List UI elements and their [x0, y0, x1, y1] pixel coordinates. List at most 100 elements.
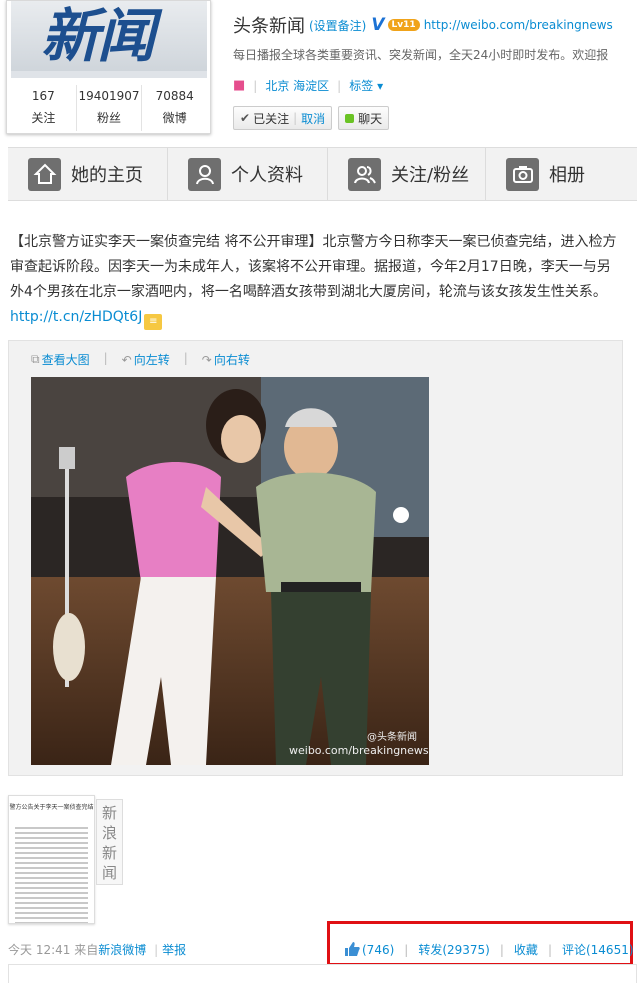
tags-dropdown[interactable]: 标签 ▾ — [349, 77, 383, 94]
followed-button[interactable]: ✔ 已关注 | 取消 — [233, 106, 333, 130]
tab-profile-label: 个人资料 — [231, 165, 303, 186]
watermark-url: weibo.com/breakingnews — [289, 744, 429, 757]
thumbnail-line — [15, 867, 88, 869]
thumbnail-line — [15, 847, 88, 849]
like-button[interactable]: (746) — [345, 942, 394, 957]
thumbnail-line — [15, 902, 88, 904]
from-label: 来自 — [74, 943, 99, 957]
profile-url-link[interactable]: http://weibo.com/breakingnews — [424, 18, 613, 32]
profile-stats: 167 关注 19401907 粉丝 70884 微博 — [11, 85, 207, 131]
location-link[interactable]: 北京 海淀区 — [265, 77, 329, 94]
chevron-down-icon: ▾ — [377, 79, 384, 93]
thumbnail-line — [15, 877, 88, 879]
divider: | — [337, 78, 342, 93]
stat-following[interactable]: 167 关注 — [11, 85, 77, 131]
stat-posts[interactable]: 70884 微博 — [142, 85, 207, 131]
stat-followers[interactable]: 19401907 粉丝 — [77, 85, 143, 131]
rotate-right-button[interactable]: ↷ 向右转 — [202, 351, 250, 368]
divider: | — [154, 943, 159, 957]
divider: | — [253, 78, 258, 93]
thumbnail-title: 警方公告关于李天一案侦查完结 — [9, 804, 94, 811]
fans-icon — [348, 157, 381, 191]
divider: | — [547, 942, 552, 957]
post-time[interactable]: 今天 12:41 — [8, 943, 70, 957]
profile-card: 新闻 167 关注 19401907 粉丝 70884 微博 — [6, 0, 211, 134]
check-icon: ✔ — [240, 111, 251, 125]
tab-album-label: 相册 — [549, 165, 585, 186]
profile-actions: ✔ 已关注 | 取消 聊天 — [233, 106, 395, 130]
stat-followers-count: 19401907 — [78, 89, 140, 103]
view-large-label: 查看大图 — [41, 353, 90, 367]
rotate-left-button[interactable]: ↶ 向左转 — [122, 351, 170, 368]
thumbnail-line — [15, 887, 88, 889]
verified-icon: V — [371, 15, 385, 35]
tab-profile[interactable]: 个人资料 — [168, 148, 328, 200]
post-actions: (746) | 转发(29375) | 收藏 | 评论(14651) — [345, 941, 634, 958]
profile-name-row: 头条新闻 (设置备注) V Lv11 http://weibo.com/brea… — [233, 12, 613, 38]
rotate-left-icon: ↶ — [121, 352, 132, 367]
thumbnail-line — [15, 857, 88, 859]
home-icon — [28, 157, 61, 191]
thumbnail-line — [15, 897, 88, 899]
watermark-handle: @头条新闻 — [367, 732, 417, 743]
divider: | — [183, 351, 188, 365]
rotate-right-label: 向右转 — [213, 353, 250, 367]
sina-news-tag[interactable]: 新浪新闻 — [96, 799, 123, 885]
tab-fans[interactable]: 关注/粉丝 — [328, 148, 486, 200]
followed-label: 已关注 — [253, 111, 290, 126]
tab-album[interactable]: 相册 — [486, 148, 637, 200]
thumbnail-line — [15, 907, 88, 909]
like-count: (746) — [362, 943, 395, 957]
thumbnail-line — [15, 832, 88, 834]
rotate-right-icon: ↷ — [201, 352, 212, 367]
camera-icon — [506, 157, 539, 191]
favorite-button[interactable]: 收藏 — [514, 941, 538, 958]
rotate-left-label: 向左转 — [133, 353, 170, 367]
thumbnail-line — [15, 862, 88, 864]
media-toolbar: ⧉ 查看大图 | ↶ 向左转 | ↷ 向右转 — [31, 351, 250, 368]
comment-area — [8, 964, 637, 983]
female-icon: ■ — [233, 78, 246, 93]
post-photo[interactable]: @头条新闻 weibo.com/breakingnews — [31, 377, 429, 765]
chat-button[interactable]: 聊天 — [338, 106, 390, 130]
thumbnail-line — [15, 892, 88, 894]
post-short-link[interactable]: http://t.cn/zHDQt6J — [10, 309, 142, 325]
tab-home-label: 她的主页 — [71, 165, 143, 186]
repost-button[interactable]: 转发(29375) — [418, 941, 490, 958]
view-large-button[interactable]: ⧉ 查看大图 — [31, 351, 90, 368]
profile-meta: ■ | 北京 海淀区 | 标签 ▾ — [233, 77, 383, 94]
stat-following-count: 167 — [31, 89, 55, 103]
photo-illustration — [31, 377, 429, 765]
stat-following-label: 关注 — [31, 111, 56, 125]
profile-intro: 每日播报全球各类重要资讯、突发新闻，全天24小时即时发布。欢迎报 — [233, 48, 609, 62]
media-box: ⧉ 查看大图 | ↶ 向左转 | ↷ 向右转 @头条新闻 weibo.com/b… — [8, 340, 623, 776]
post-meta: 今天 12:41 来自新浪微博 | 举报 — [8, 941, 186, 958]
source-link[interactable]: 新浪微博 — [98, 943, 146, 957]
divider: | — [103, 351, 108, 365]
divider: | — [499, 942, 504, 957]
post-body: 【北京警方证实李天一案侦查完结 将不公开审理】北京警方今日称李天一案已侦查完结，… — [10, 234, 617, 300]
avatar[interactable]: 新闻 — [11, 1, 207, 78]
post-text: 【北京警方证实李天一案侦查完结 将不公开审理】北京警方今日称李天一案已侦查完结，… — [10, 230, 620, 330]
thumbnail-line — [15, 852, 88, 854]
divider: | — [293, 111, 298, 125]
level-badge[interactable]: Lv11 — [387, 19, 420, 31]
set-remark-link[interactable]: (设置备注) — [309, 17, 366, 34]
attachment-thumbnail[interactable]: 警方公告关于李天一案侦查完结 — [8, 795, 95, 924]
thumbnail-line — [15, 917, 88, 919]
profile-tabs: 她的主页 个人资料 关注/粉丝 相册 — [8, 147, 637, 201]
tab-fans-label: 关注/粉丝 — [391, 165, 470, 186]
thumbnail-line — [15, 912, 88, 914]
stat-posts-label: 微博 — [162, 111, 187, 125]
unfollow-link[interactable]: 取消 — [301, 110, 325, 127]
thumbnail-line — [15, 872, 88, 874]
thumbs-up-icon — [345, 942, 360, 956]
stat-posts-count: 70884 — [155, 89, 194, 103]
comment-button[interactable]: 评论(14651) — [562, 941, 634, 958]
tab-home[interactable]: 她的主页 — [8, 148, 168, 200]
report-link[interactable]: 举报 — [162, 943, 186, 957]
chat-status-icon — [345, 113, 355, 123]
long-text-icon[interactable]: ≡ — [144, 314, 163, 330]
tags-label: 标签 — [349, 79, 374, 93]
thumbnail-line — [15, 882, 88, 884]
